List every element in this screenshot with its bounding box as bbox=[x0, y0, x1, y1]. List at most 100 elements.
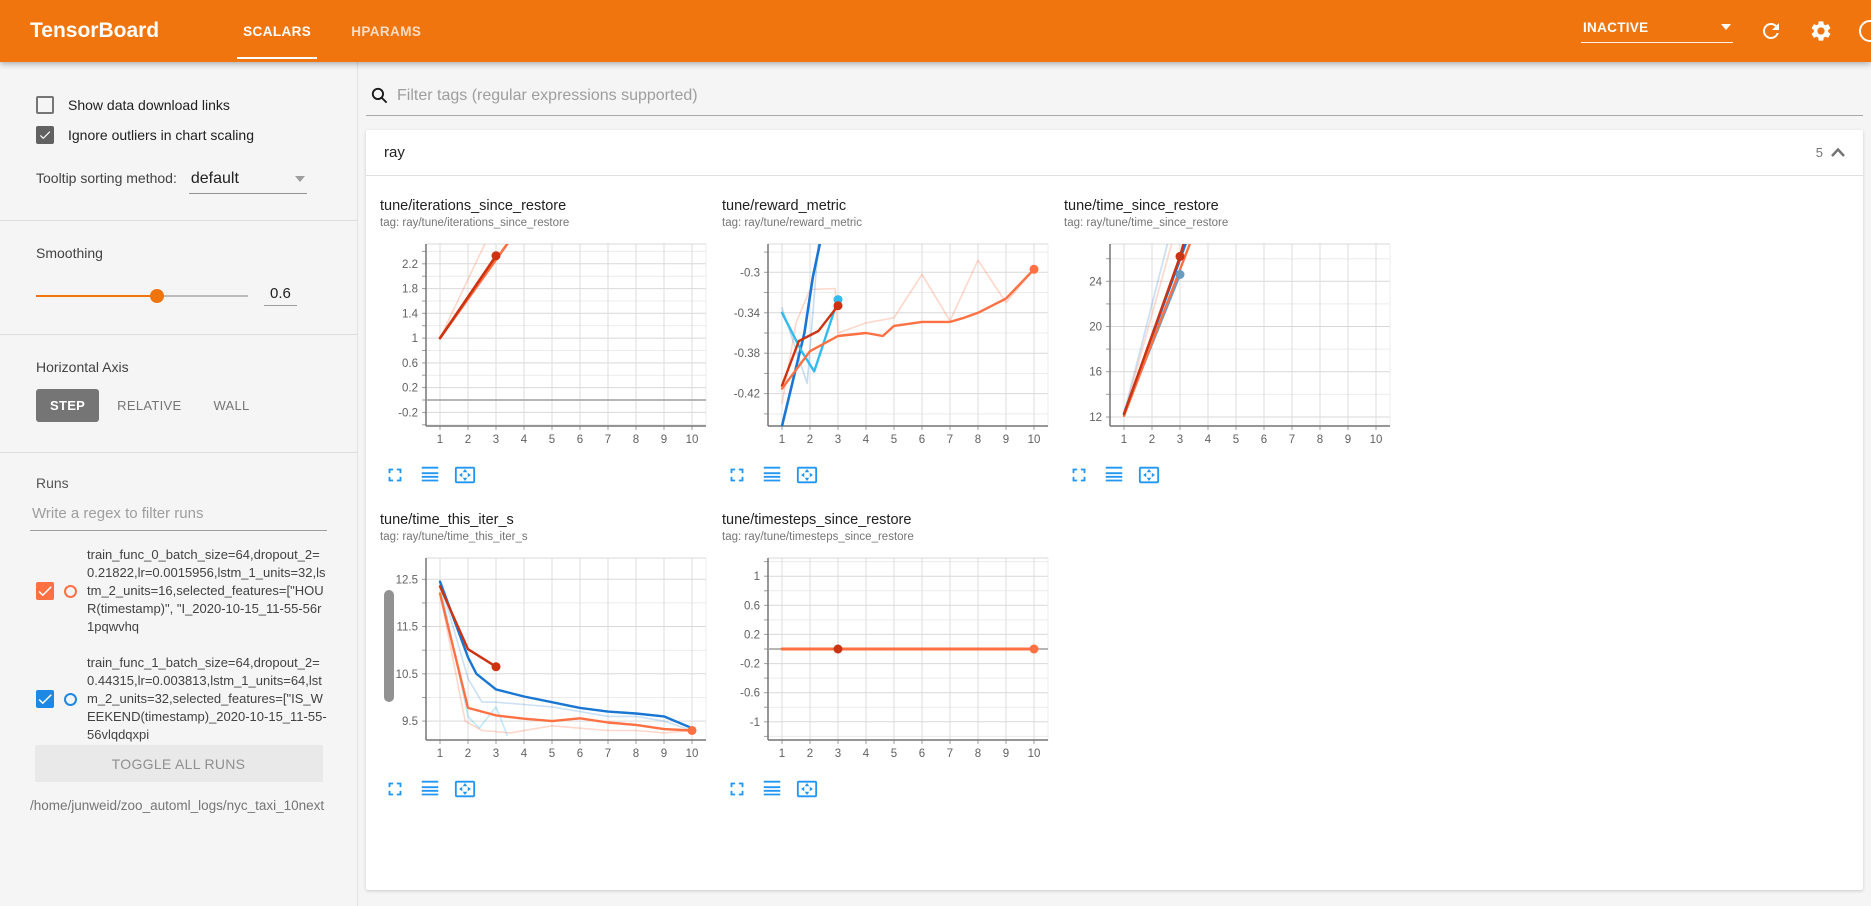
svg-text:1: 1 bbox=[412, 333, 418, 345]
svg-text:4: 4 bbox=[863, 748, 870, 760]
chevron-up-icon[interactable] bbox=[1831, 148, 1845, 157]
data-table-button[interactable] bbox=[419, 778, 441, 800]
fullscreen-icon bbox=[384, 778, 406, 800]
svg-text:3: 3 bbox=[835, 748, 841, 760]
svg-text:4: 4 bbox=[863, 434, 870, 446]
fit-domain-button[interactable] bbox=[1138, 464, 1160, 486]
chart-plot[interactable]: -0.42-0.38-0.34-0.312345678910 bbox=[722, 239, 1056, 456]
axis-step-button[interactable]: STEP bbox=[36, 389, 99, 422]
chart-toolbar bbox=[384, 778, 714, 800]
chart-toolbar bbox=[726, 464, 1056, 486]
runs-filter-input[interactable] bbox=[30, 505, 327, 531]
svg-text:7: 7 bbox=[605, 748, 611, 760]
svg-text:16: 16 bbox=[1089, 367, 1102, 379]
svg-text:2: 2 bbox=[1149, 434, 1155, 446]
run-visibility-toggle[interactable] bbox=[64, 585, 77, 598]
axis-wall-button[interactable]: WALL bbox=[199, 389, 263, 422]
settings-checkbox-row[interactable]: Show data download links bbox=[36, 96, 327, 114]
svg-text:3: 3 bbox=[1177, 434, 1183, 446]
chart-plot[interactable]: 9.510.511.512.512345678910 bbox=[380, 553, 714, 770]
data-table-button[interactable] bbox=[761, 778, 783, 800]
svg-text:-0.38: -0.38 bbox=[734, 348, 760, 360]
svg-text:-0.6: -0.6 bbox=[740, 688, 760, 700]
svg-text:1.4: 1.4 bbox=[402, 308, 419, 320]
chart-plot[interactable]: -1-0.6-0.20.20.6112345678910 bbox=[722, 553, 1056, 770]
svg-text:-0.2: -0.2 bbox=[398, 407, 418, 419]
fit-domain-button[interactable] bbox=[454, 464, 476, 486]
fullscreen-button[interactable] bbox=[726, 464, 748, 486]
fullscreen-button[interactable] bbox=[726, 778, 748, 800]
settings-checkbox-row[interactable]: Ignore outliers in chart scaling bbox=[36, 126, 327, 144]
settings-checkboxes: Show data download links Ignore outliers … bbox=[30, 96, 327, 144]
axis-relative-button[interactable]: RELATIVE bbox=[103, 389, 195, 422]
status-dropdown[interactable]: INACTIVE bbox=[1581, 20, 1733, 43]
chart-title: tune/time_this_iter_s bbox=[380, 512, 714, 528]
fit-domain-button[interactable] bbox=[796, 464, 818, 486]
tooltip-sorting-select[interactable]: default bbox=[189, 170, 307, 194]
tab-scalars[interactable]: SCALARS bbox=[223, 0, 331, 62]
fit-domain-button[interactable] bbox=[796, 778, 818, 800]
toggle-all-runs-button[interactable]: TOGGLE ALL RUNS bbox=[35, 745, 323, 782]
line-chart[interactable]: 9.510.511.512.512345678910 bbox=[380, 553, 712, 765]
tag-filter-input[interactable] bbox=[397, 87, 1861, 105]
svg-text:6: 6 bbox=[1261, 434, 1267, 446]
slider-fill bbox=[36, 295, 157, 297]
data-table-button[interactable] bbox=[761, 464, 783, 486]
svg-text:8: 8 bbox=[975, 748, 981, 760]
settings-gear-icon[interactable] bbox=[1809, 19, 1833, 43]
fullscreen-button[interactable] bbox=[384, 464, 406, 486]
line-chart[interactable]: -0.42-0.38-0.34-0.312345678910 bbox=[722, 239, 1054, 451]
tag-group-header[interactable]: ray 5 bbox=[366, 130, 1863, 176]
tag-group-header-right: 5 bbox=[1816, 145, 1845, 160]
runs-list: train_func_0_batch_size=64,dropout_2=0.2… bbox=[30, 537, 327, 761]
svg-text:6: 6 bbox=[577, 748, 583, 760]
list-icon bbox=[419, 778, 441, 800]
slider-knob[interactable] bbox=[150, 289, 164, 303]
scrollbar-thumb[interactable] bbox=[384, 590, 394, 702]
checkbox-checked-icon[interactable] bbox=[36, 126, 54, 144]
main-content: ray 5 tune/iterations_since_restoretag: … bbox=[358, 62, 1871, 906]
tag-group-card-ray: ray 5 tune/iterations_since_restoretag: … bbox=[366, 130, 1863, 890]
chart-card: tune/reward_metrictag: ray/tune/reward_m… bbox=[722, 198, 1056, 486]
tooltip-sorting-row: Tooltip sorting method: default bbox=[36, 170, 327, 194]
svg-text:2: 2 bbox=[465, 748, 471, 760]
fit-domain-button[interactable] bbox=[454, 778, 476, 800]
svg-text:0.2: 0.2 bbox=[744, 629, 760, 641]
tab-hparams[interactable]: HPARAMS bbox=[331, 0, 441, 62]
fullscreen-button[interactable] bbox=[384, 778, 406, 800]
log-directory-path: /home/junweid/zoo_automl_logs/nyc_taxi_1… bbox=[30, 796, 330, 815]
svg-text:1.8: 1.8 bbox=[402, 284, 418, 296]
line-chart[interactable]: 1216202412345678910 bbox=[1064, 239, 1396, 451]
refresh-icon[interactable] bbox=[1759, 19, 1783, 43]
chart-plot[interactable]: -0.20.20.611.41.82.212345678910 bbox=[380, 239, 714, 456]
svg-text:1: 1 bbox=[437, 748, 443, 760]
run-checkbox[interactable] bbox=[36, 582, 54, 600]
line-chart[interactable]: -0.20.20.611.41.82.212345678910 bbox=[380, 239, 712, 451]
chart-card: tune/time_since_restoretag: ray/tune/tim… bbox=[1064, 198, 1398, 486]
svg-text:6: 6 bbox=[577, 434, 583, 446]
run-visibility-toggle[interactable] bbox=[64, 693, 77, 706]
svg-text:10: 10 bbox=[686, 434, 699, 446]
chart-plot[interactable]: 1216202412345678910 bbox=[1064, 239, 1398, 456]
checkbox-unchecked-icon[interactable] bbox=[36, 96, 54, 114]
svg-text:12.5: 12.5 bbox=[396, 574, 418, 586]
data-table-button[interactable] bbox=[1103, 464, 1125, 486]
svg-text:10.5: 10.5 bbox=[396, 669, 418, 681]
fullscreen-button[interactable] bbox=[1068, 464, 1090, 486]
run-checkbox[interactable] bbox=[36, 690, 54, 708]
svg-text:4: 4 bbox=[1205, 434, 1212, 446]
help-icon[interactable] bbox=[1859, 20, 1871, 42]
svg-text:-1: -1 bbox=[750, 717, 760, 729]
run-name: train_func_1_batch_size=64,dropout_2=0.4… bbox=[87, 654, 327, 744]
run-name: train_func_0_batch_size=64,dropout_2=0.2… bbox=[87, 546, 327, 636]
smoothing-value[interactable]: 0.6 bbox=[264, 285, 297, 306]
horizontal-axis-label: Horizontal Axis bbox=[36, 359, 327, 375]
data-table-button[interactable] bbox=[419, 464, 441, 486]
svg-text:-0.42: -0.42 bbox=[734, 389, 760, 401]
svg-text:8: 8 bbox=[975, 434, 981, 446]
smoothing-slider[interactable] bbox=[36, 295, 248, 297]
svg-text:11.5: 11.5 bbox=[396, 622, 418, 634]
runs-section: Runs train_func_0_batch_size=64,dropout_… bbox=[0, 467, 357, 831]
final-point-marker bbox=[1030, 265, 1039, 274]
line-chart[interactable]: -1-0.6-0.20.20.6112345678910 bbox=[722, 553, 1054, 765]
